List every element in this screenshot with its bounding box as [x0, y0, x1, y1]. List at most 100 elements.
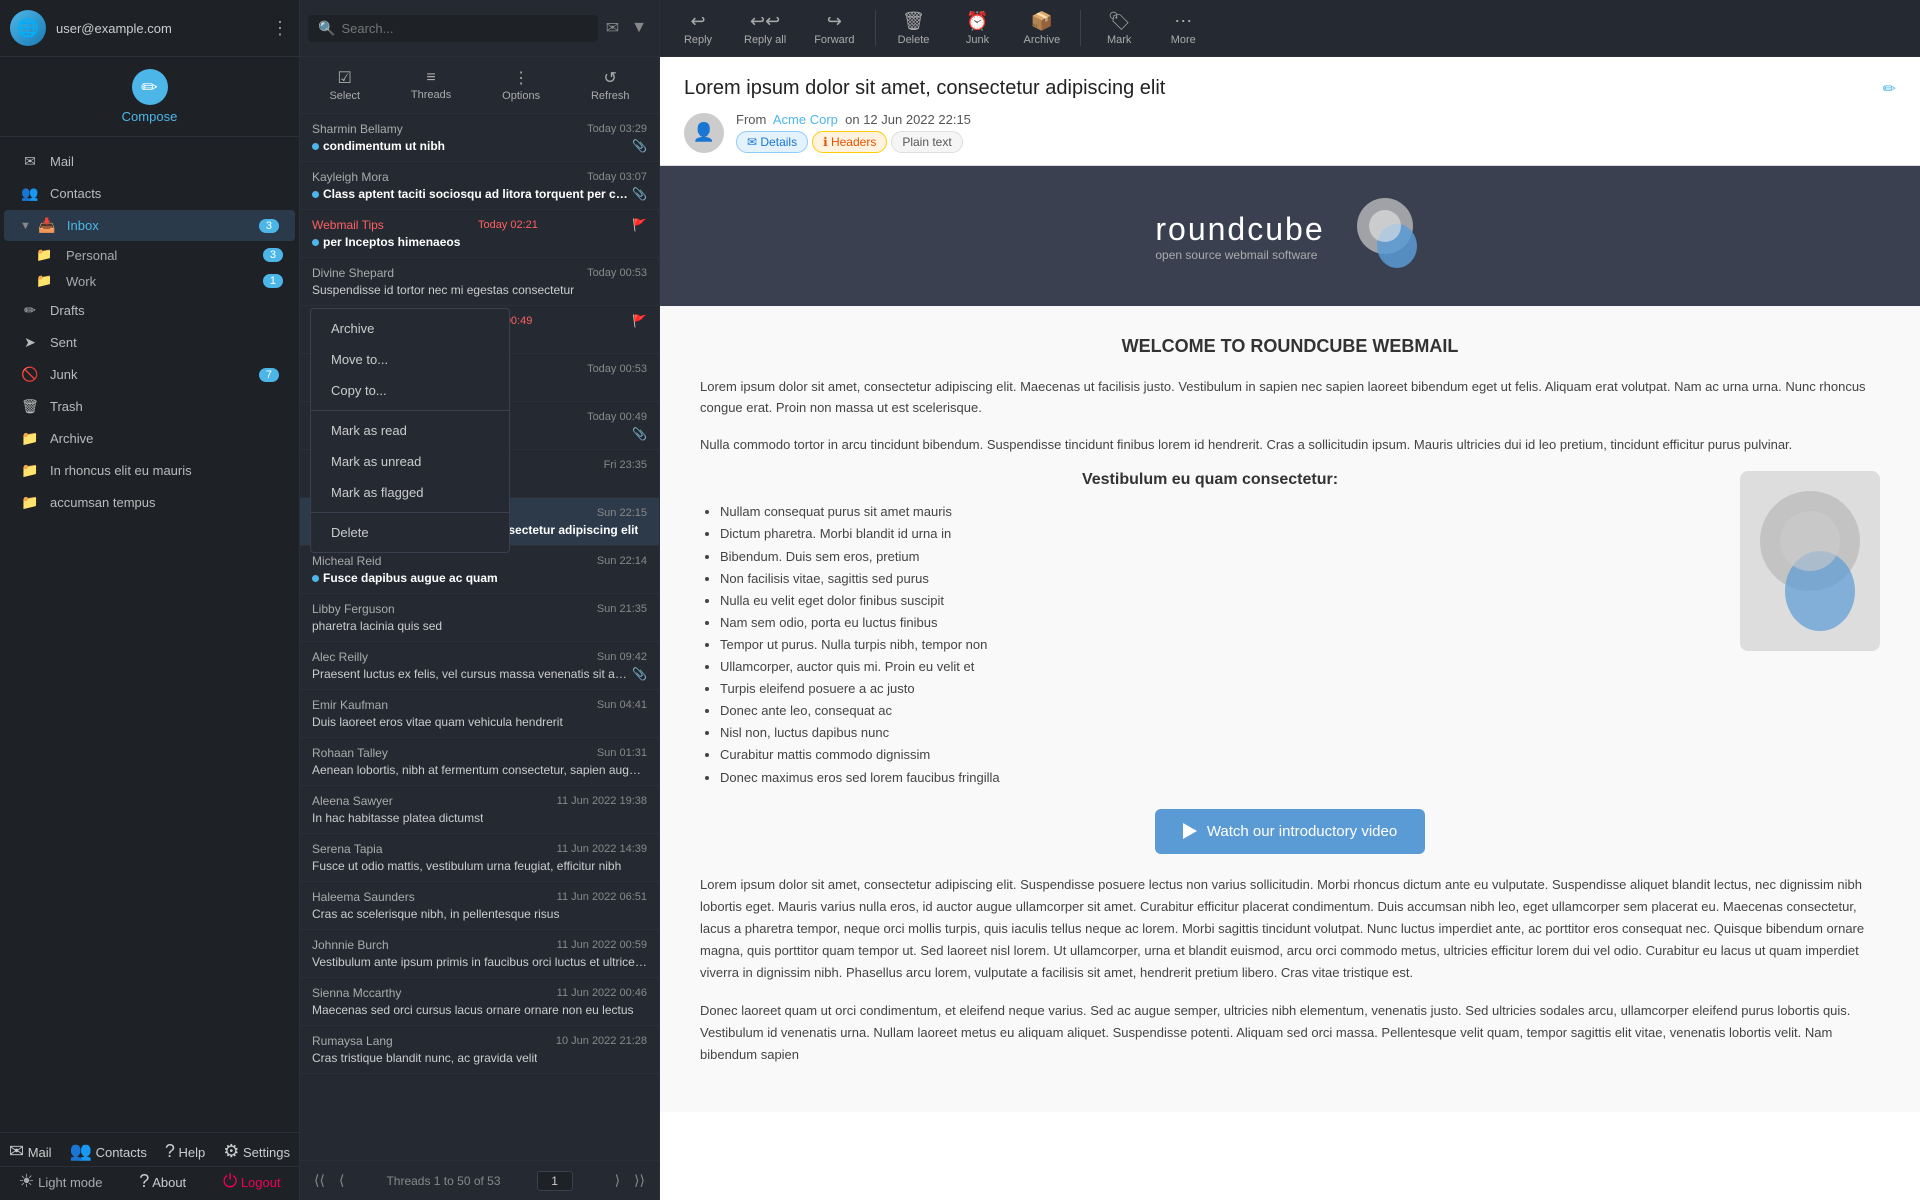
bottom-help-icon: ? [165, 1141, 175, 1161]
sidebar-item-accumsan[interactable]: 📁 accumsan tempus [4, 487, 295, 518]
list-item[interactable]: Rohaan Talley Sun 01:31 Aenean lobortis,… [300, 738, 659, 786]
filter-button[interactable]: ✉ [602, 14, 623, 42]
tab-plain-text[interactable]: Plain text [891, 131, 962, 153]
last-page-button[interactable]: ⟩⟩ [628, 1168, 651, 1193]
inbox-expand-arrow[interactable]: ▼ [20, 220, 31, 232]
context-menu-archive[interactable]: Archive [311, 313, 509, 344]
bullet-item: Turpis eleifend posuere a ac justo [720, 678, 1720, 700]
archive-main-button[interactable]: 📦 Archive [1012, 5, 1073, 52]
context-menu-mark-read[interactable]: Mark as read [311, 415, 509, 446]
list-item[interactable]: Johnnie Burch 11 Jun 2022 00:59 Vestibul… [300, 930, 659, 978]
tab-headers[interactable]: ℹ Headers [812, 131, 887, 153]
from-name[interactable]: Acme Corp [773, 112, 838, 127]
tab-details[interactable]: ✉ Details [736, 131, 808, 153]
mail-icon: ✉ [20, 153, 40, 170]
list-item[interactable]: Divine Shepard Today 00:53 Suspendisse i… [300, 258, 659, 306]
edit-icon[interactable]: ✏ [1883, 79, 1896, 99]
sidebar-bottom-mail[interactable]: ✉ Mail [9, 1141, 52, 1162]
sidebar-item-sent[interactable]: ➤ Sent [4, 327, 295, 358]
threads-button[interactable]: ≡ Threads [401, 63, 461, 107]
page-input[interactable] [537, 1171, 573, 1191]
logout-button[interactable]: ⏻ Logout [223, 1171, 281, 1192]
sidebar-inbox-label: Inbox [67, 218, 259, 233]
sidebar-item-inbox[interactable]: ▼ 📥 Inbox 3 [4, 210, 295, 241]
delete-button[interactable]: 🗑 Delete [884, 5, 944, 52]
email-time: Today 02:21 [478, 219, 538, 231]
email-subject: pharetra lacinia quis sed [312, 619, 442, 633]
compose-button[interactable]: ✏ Compose [0, 57, 299, 137]
mark-button[interactable]: 🏷 Mark [1089, 5, 1149, 52]
options-button[interactable]: ⋮ Options [492, 62, 550, 108]
email-sender: Micheal Reid [312, 554, 381, 568]
sidebar-item-mail[interactable]: ✉ Mail [4, 146, 295, 177]
sidebar-item-archive[interactable]: 📁 Archive [4, 423, 295, 454]
rc-body-para2: Donec laoreet quam ut orci condimentum, … [700, 1000, 1880, 1066]
list-item[interactable]: Aleena Sawyer 11 Jun 2022 19:38 In hac h… [300, 786, 659, 834]
next-page-button[interactable]: ⟩ [609, 1168, 626, 1193]
prev-page-button[interactable]: ⟨ [333, 1168, 350, 1193]
sidebar-contacts-label: Contacts [50, 186, 279, 201]
sidebar-item-junk[interactable]: 🚫 Junk 7 [4, 359, 295, 390]
sidebar-item-personal[interactable]: 📁 Personal 3 [0, 242, 299, 268]
sidebar-bottom-help[interactable]: ? Help [165, 1141, 205, 1162]
sidebar-work-label: Work [66, 274, 263, 289]
search-input[interactable] [341, 21, 587, 36]
sidebar-item-inrhoncus[interactable]: 📁 In rhoncus elit eu mauris [4, 455, 295, 486]
refresh-label: Refresh [591, 90, 630, 102]
email-view-title: Lorem ipsum dolor sit amet, consectetur … [684, 77, 1875, 100]
first-page-button[interactable]: ⟨⟨ [308, 1168, 331, 1193]
list-item[interactable]: Kayleigh Mora Today 03:07 Class aptent t… [300, 162, 659, 210]
user-email: user@example.com [56, 21, 261, 36]
context-menu-copy[interactable]: Copy to... [311, 375, 509, 406]
search-box[interactable]: 🔍 [308, 15, 598, 42]
list-item[interactable]: Emir Kaufman Sun 04:41 Duis laoreet eros… [300, 690, 659, 738]
email-sender: Webmail Tips [312, 218, 384, 232]
list-item[interactable]: Haleema Saunders 11 Jun 2022 06:51 Cras … [300, 882, 659, 930]
email-time: Today 00:53 [587, 267, 647, 279]
sidebar-item-trash[interactable]: 🗑 Trash [4, 391, 295, 422]
sidebar: 🌐 user@example.com ⋮ ✏ Compose ✉ Mail 👥 … [0, 0, 300, 1200]
list-item[interactable]: Serena Tapia 11 Jun 2022 14:39 Fusce ut … [300, 834, 659, 882]
junk-button[interactable]: ⏰ Junk [948, 5, 1008, 52]
threads-icon: ≡ [426, 69, 435, 87]
sidebar-item-work[interactable]: 📁 Work 1 [0, 268, 299, 294]
list-view-button[interactable]: ▼ [627, 15, 651, 41]
list-item[interactable]: Sienna Mccarthy 11 Jun 2022 00:46 Maecen… [300, 978, 659, 1026]
list-item[interactable]: Sharmin Bellamy Today 03:29 condimentum … [300, 114, 659, 162]
unread-indicator [312, 143, 319, 150]
select-icon: ☑ [338, 68, 352, 88]
about-button[interactable]: ? About [139, 1171, 186, 1192]
rc-logo-area: roundcube open source webmail software [1155, 196, 1424, 276]
mark-icon: 🏷 [1108, 11, 1131, 32]
context-menu-delete[interactable]: Delete [311, 517, 509, 548]
context-menu-mark-unread[interactable]: Mark as unread [311, 446, 509, 477]
select-button[interactable]: ☑ Select [319, 62, 370, 108]
sidebar-item-contacts[interactable]: 👥 Contacts [4, 178, 295, 209]
unread-indicator [312, 191, 319, 198]
watch-video-button[interactable]: Watch our introductory video [1155, 809, 1425, 854]
context-menu-move[interactable]: Move to... [311, 344, 509, 375]
reply-all-button[interactable]: ↩↩ Reply all [732, 5, 798, 52]
list-item[interactable]: Micheal Reid Sun 22:14 Fusce dapibus aug… [300, 546, 659, 594]
sender-avatar: 👤 [684, 113, 724, 153]
list-item[interactable]: Alec Reilly Sun 09:42 Praesent luctus ex… [300, 642, 659, 690]
list-item[interactable]: Rumaysa Lang 10 Jun 2022 21:28 Cras tris… [300, 1026, 659, 1074]
context-menu-divider [311, 410, 509, 411]
rc-two-col-section: Vestibulum eu quam consectetur: Nullam c… [700, 471, 1880, 788]
forward-button[interactable]: ↪ Forward [802, 5, 866, 52]
list-item[interactable]: Libby Ferguson Sun 21:35 pharetra lacini… [300, 594, 659, 642]
context-menu-mark-flag[interactable]: Mark as flagged [311, 477, 509, 508]
sidebar-mail-label: Mail [50, 154, 279, 169]
sidebar-bottom-settings[interactable]: ⚙ Settings [223, 1141, 290, 1162]
more-button[interactable]: ⋯ More [1153, 5, 1213, 52]
list-item[interactable]: Webmail Tips Today 02:21 🚩 per Inceptos … [300, 210, 659, 258]
rc-feature-image [1740, 471, 1880, 651]
trash-icon: 🗑 [20, 398, 40, 415]
sidebar-item-drafts[interactable]: ✏ Drafts [4, 295, 295, 326]
sidebar-bottom-contacts[interactable]: 👥 Contacts [70, 1141, 147, 1162]
email-sender: Libby Ferguson [312, 602, 395, 616]
refresh-button[interactable]: ↺ Refresh [581, 62, 640, 108]
reply-button[interactable]: ↩ Reply [668, 5, 728, 52]
sidebar-menu-button[interactable]: ⋮ [271, 18, 289, 39]
light-mode-toggle[interactable]: ☀ Light mode [18, 1171, 102, 1192]
